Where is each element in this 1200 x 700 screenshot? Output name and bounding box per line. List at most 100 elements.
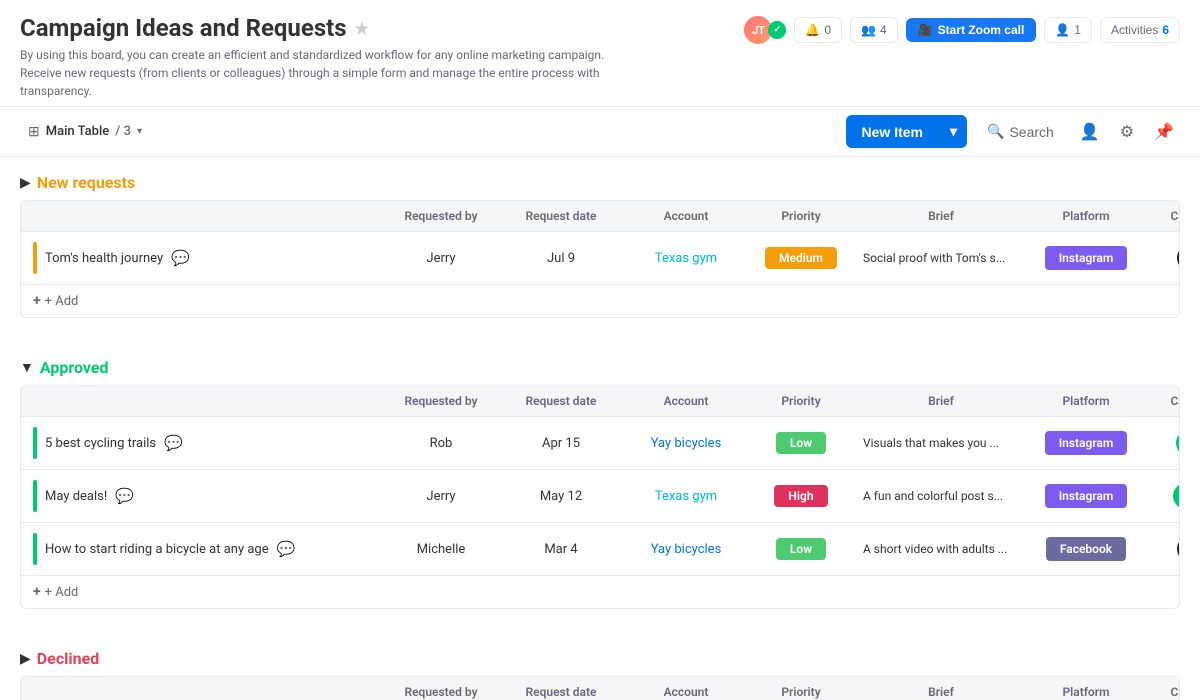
- table-row: How to start riding a bicycle at any age…: [21, 523, 1179, 576]
- cell-account[interactable]: Texas gym: [621, 241, 751, 276]
- title-area: Campaign Ideas and Requests ★ By using t…: [20, 14, 742, 100]
- new-item-button[interactable]: New Item ▾: [846, 115, 968, 148]
- person-icon-btn[interactable]: 👤: [1074, 116, 1106, 148]
- star-icon[interactable]: ★: [355, 19, 369, 38]
- table-count: / 3: [115, 124, 131, 139]
- table-row: Tom's health journey 💬 Jerry Jul 9 Texas…: [21, 232, 1179, 285]
- col-brief-declined: Brief: [851, 677, 1031, 700]
- platform-badge: Instagram: [1045, 431, 1128, 455]
- col-req-date-approved: Request date: [501, 386, 621, 416]
- group-declined: ▶ Declined Requested by Request date Acc…: [20, 633, 1180, 700]
- comment-icon[interactable]: 💬: [277, 540, 296, 558]
- cell-platform: Instagram: [1031, 421, 1141, 465]
- cell-timeline: Jul 10 - 17: [1141, 420, 1180, 466]
- col-priority-approved: Priority: [751, 386, 851, 416]
- cell-account[interactable]: Texas gym: [621, 479, 751, 514]
- col-req-by-approved: Requested by: [381, 386, 501, 416]
- col-name: [21, 201, 381, 231]
- avatar-group: JT ✓: [742, 14, 786, 46]
- priority-badge: Medium: [765, 247, 837, 269]
- board-title: Campaign Ideas and Requests: [20, 14, 347, 42]
- col-req-by-declined: Requested by: [381, 677, 501, 700]
- cell-name: 5 best cycling trails 💬: [21, 417, 381, 469]
- table-row: May deals! 💬 Jerry May 12 Texas gym High…: [21, 470, 1179, 523]
- table-declined: Requested by Request date Account Priori…: [20, 676, 1180, 700]
- priority-badge: Low: [776, 432, 826, 454]
- cell-priority: Low: [751, 422, 851, 464]
- table-header-approved: Requested by Request date Account Priori…: [21, 386, 1179, 417]
- chevron-down-icon: ▾: [137, 126, 142, 137]
- board-description: By using this board, you can create an e…: [20, 46, 620, 100]
- timeline-badge: Aug 8 - 29: [1177, 245, 1180, 271]
- comment-icon[interactable]: 💬: [115, 487, 134, 505]
- table-label: Main Table: [46, 124, 110, 139]
- people-icon: 👤: [1055, 23, 1070, 37]
- group-approved: ▼ Approved Requested by Request date Acc…: [20, 342, 1180, 609]
- add-row-approved[interactable]: + + Add: [21, 576, 1179, 608]
- platform-badge: Facebook: [1046, 537, 1126, 561]
- online-badge: ✓: [768, 21, 786, 39]
- row-indicator: [33, 533, 37, 565]
- cell-priority: High: [751, 475, 851, 517]
- add-row-new-requests[interactable]: + + Add: [21, 285, 1179, 317]
- cell-account[interactable]: Yay bicycles: [621, 426, 751, 461]
- top-header: Campaign Ideas and Requests ★ By using t…: [0, 0, 1200, 107]
- group-title-approved: Approved: [40, 358, 109, 377]
- pin-icon-btn[interactable]: 📌: [1148, 116, 1180, 148]
- cell-priority: Low: [751, 528, 851, 570]
- cell-requested-by: Jerry: [381, 241, 501, 276]
- group-toggle-approved[interactable]: ▼: [20, 359, 34, 376]
- col-timeline-declined: Campaign timeline: [1141, 677, 1180, 700]
- search-button[interactable]: 🔍 Search: [975, 117, 1066, 146]
- col-account: Account: [621, 201, 751, 231]
- group-toggle-new-requests[interactable]: ▶: [20, 175, 31, 191]
- cell-account[interactable]: Yay bicycles: [621, 532, 751, 567]
- row-name-container: How to start riding a bicycle at any age…: [33, 533, 295, 565]
- row-indicator: [33, 427, 37, 459]
- table-approved: Requested by Request date Account Priori…: [20, 385, 1180, 609]
- cell-brief: Visuals that makes you ...: [851, 426, 1031, 460]
- col-platform: Platform: [1031, 201, 1141, 231]
- row-name-container: Tom's health journey 💬: [33, 242, 190, 274]
- group-header-new-requests[interactable]: ▶ New requests: [20, 157, 1180, 200]
- activities-btn[interactable]: Activities 6: [1100, 17, 1180, 43]
- cell-requested-by: Michelle: [381, 532, 501, 567]
- group-header-approved[interactable]: ▼ Approved: [20, 342, 1180, 385]
- search-icon: 🔍: [987, 123, 1004, 140]
- people-btn[interactable]: 👤 1: [1044, 17, 1092, 43]
- platform-badge: Instagram: [1045, 246, 1128, 270]
- cell-requested-by: Rob: [381, 426, 501, 461]
- cell-request-date: Jul 9: [501, 241, 621, 276]
- col-account-approved: Account: [621, 386, 751, 416]
- table-selector[interactable]: ⊞ Main Table / 3 ▾: [20, 120, 150, 144]
- cell-platform: Facebook: [1031, 527, 1141, 571]
- platform-badge: Instagram: [1045, 484, 1128, 508]
- header-actions: JT ✓ 🔔 0 👥 4 🎥 Start Zoom call 👤 1 Activ…: [742, 14, 1180, 46]
- toolbar-left: ⊞ Main Table / 3 ▾: [20, 120, 150, 144]
- notifications-btn[interactable]: 🔔 0: [794, 17, 842, 43]
- col-account-declined: Account: [621, 677, 751, 700]
- col-priority-declined: Priority: [751, 677, 851, 700]
- table-header-new-requests: Requested by Request date Account Priori…: [21, 201, 1179, 232]
- settings-icon-btn[interactable]: ⚙: [1114, 116, 1140, 148]
- cell-timeline: May 14 - 29: [1141, 473, 1180, 519]
- group-header-declined[interactable]: ▶ Declined: [20, 633, 1180, 676]
- group-toggle-declined[interactable]: ▶: [20, 651, 31, 667]
- col-platform-approved: Platform: [1031, 386, 1141, 416]
- add-icon: +: [33, 293, 41, 309]
- table-header-declined: Requested by Request date Account Priori…: [21, 677, 1179, 700]
- col-platform-declined: Platform: [1031, 677, 1141, 700]
- zoom-call-btn[interactable]: 🎥 Start Zoom call: [906, 18, 1037, 42]
- comment-icon[interactable]: 💬: [171, 249, 190, 267]
- cell-name: May deals! 💬: [21, 470, 381, 522]
- new-item-dropdown-arrow[interactable]: ▾: [940, 115, 967, 148]
- timeline-badge: Jul 10 - 17: [1176, 430, 1180, 456]
- cell-request-date: May 12: [501, 479, 621, 514]
- add-icon: +: [33, 584, 41, 600]
- invite-btn[interactable]: 👥 4: [850, 17, 898, 43]
- col-timeline: Campaign timeline: [1141, 201, 1180, 231]
- comment-icon[interactable]: 💬: [164, 434, 183, 452]
- row-indicator: [33, 242, 37, 274]
- board-title-row: Campaign Ideas and Requests ★: [20, 14, 742, 42]
- col-request-date: Request date: [501, 201, 621, 231]
